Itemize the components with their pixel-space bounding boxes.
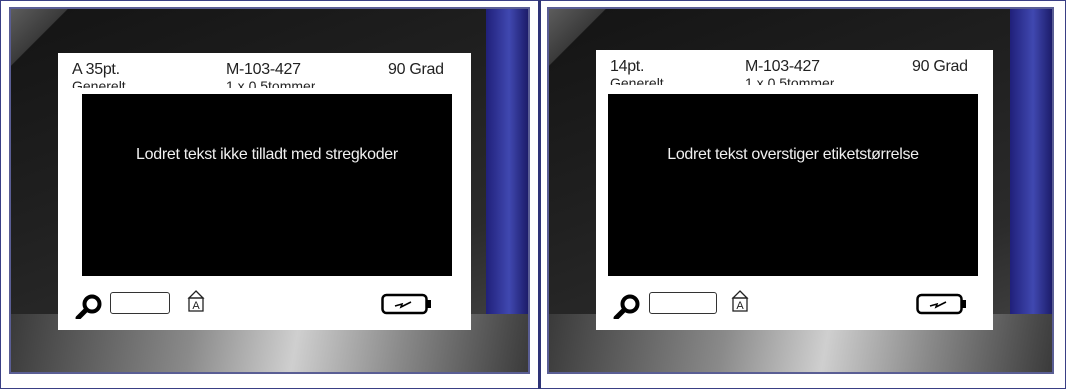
mode-status: Generelt [610, 75, 664, 85]
auto-size-text-icon: A [731, 290, 749, 312]
text-input-box [110, 292, 170, 314]
label-size-status: 1 x 0.5tommer [745, 75, 835, 85]
error-message: Lodret tekst overstiger etiketstørrelse [667, 146, 919, 163]
zoom-icon [613, 294, 640, 319]
error-dialog: Lodret tekst overstiger etiketstørrelse [608, 94, 978, 276]
error-message: Lodret tekst ikke tilladt med stregkoder [136, 146, 398, 163]
bottom-status-bar: A [596, 284, 993, 330]
device-screen: A 35pt. M-103-427 90 Grad Generelt 1 x 0… [58, 53, 471, 330]
rotation-status: 90 Grad [388, 61, 444, 78]
device-panel-right: 14pt. M-103-427 90 Grad Generelt 1 x 0.5… [547, 7, 1054, 374]
mode-status: Generelt [72, 78, 126, 88]
auto-size-text-icon: A [187, 290, 205, 312]
panel-divider [538, 0, 541, 389]
battery-charging-icon [381, 293, 431, 315]
rotation-status: 90 Grad [912, 58, 968, 75]
battery-charging-icon [916, 293, 966, 315]
label-size-status: 1 x 0.5tommer [226, 78, 316, 88]
svg-text:A: A [192, 300, 200, 312]
zoom-icon [75, 294, 102, 319]
bottom-status-bar: A [58, 284, 471, 330]
svg-text:A: A [736, 300, 744, 312]
device-panel-left: A 35pt. M-103-427 90 Grad Generelt 1 x 0… [9, 7, 530, 374]
text-input-box [649, 292, 717, 314]
device-screen: 14pt. M-103-427 90 Grad Generelt 1 x 0.5… [596, 50, 993, 330]
error-dialog: Lodret tekst ikke tilladt med stregkoder [82, 94, 452, 276]
